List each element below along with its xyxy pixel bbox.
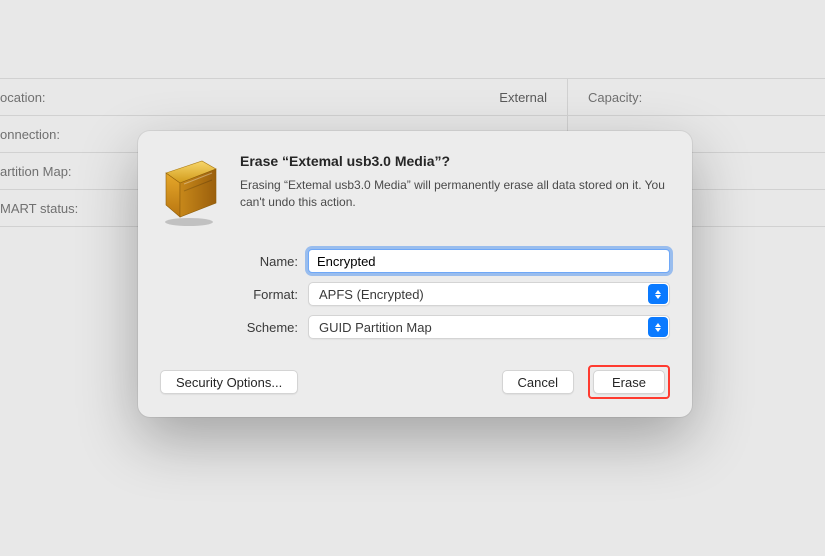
dialog-description: Erasing “Extemal usb3.0 Media” will perm…	[240, 177, 670, 211]
erase-dialog: Erase “Extemal usb3.0 Media”? Erasing “E…	[138, 131, 692, 417]
erase-highlight: Erase	[588, 365, 670, 399]
row-label: ocation:	[0, 90, 46, 105]
dialog-header: Erase “Extemal usb3.0 Media”? Erasing “E…	[160, 151, 670, 227]
security-options-button[interactable]: Security Options...	[160, 370, 298, 394]
name-label: Name:	[234, 254, 308, 269]
dialog-form: Name: Format: APFS (Encrypted) Scheme: G…	[234, 249, 670, 339]
updown-arrows-icon	[648, 284, 668, 304]
updown-arrows-icon	[648, 317, 668, 337]
format-select[interactable]: APFS (Encrypted)	[308, 282, 670, 306]
row-label: artition Map:	[0, 164, 72, 179]
row-label: MART status:	[0, 201, 78, 216]
format-label: Format:	[234, 287, 308, 302]
external-drive-icon	[160, 151, 222, 227]
table-row: ocation: External Capacity:	[0, 79, 825, 116]
scheme-select[interactable]: GUID Partition Map	[308, 315, 670, 339]
row-value: External	[499, 90, 547, 105]
format-value: APFS (Encrypted)	[319, 287, 424, 302]
dialog-title: Erase “Extemal usb3.0 Media”?	[240, 153, 670, 169]
cancel-button[interactable]: Cancel	[502, 370, 574, 394]
scheme-value: GUID Partition Map	[319, 320, 432, 335]
name-input[interactable]	[308, 249, 670, 273]
dialog-button-row: Security Options... Cancel Erase	[160, 365, 670, 399]
row-right-label: Capacity:	[568, 90, 642, 105]
erase-button[interactable]: Erase	[593, 370, 665, 394]
row-label: onnection:	[0, 127, 60, 142]
scheme-label: Scheme:	[234, 320, 308, 335]
